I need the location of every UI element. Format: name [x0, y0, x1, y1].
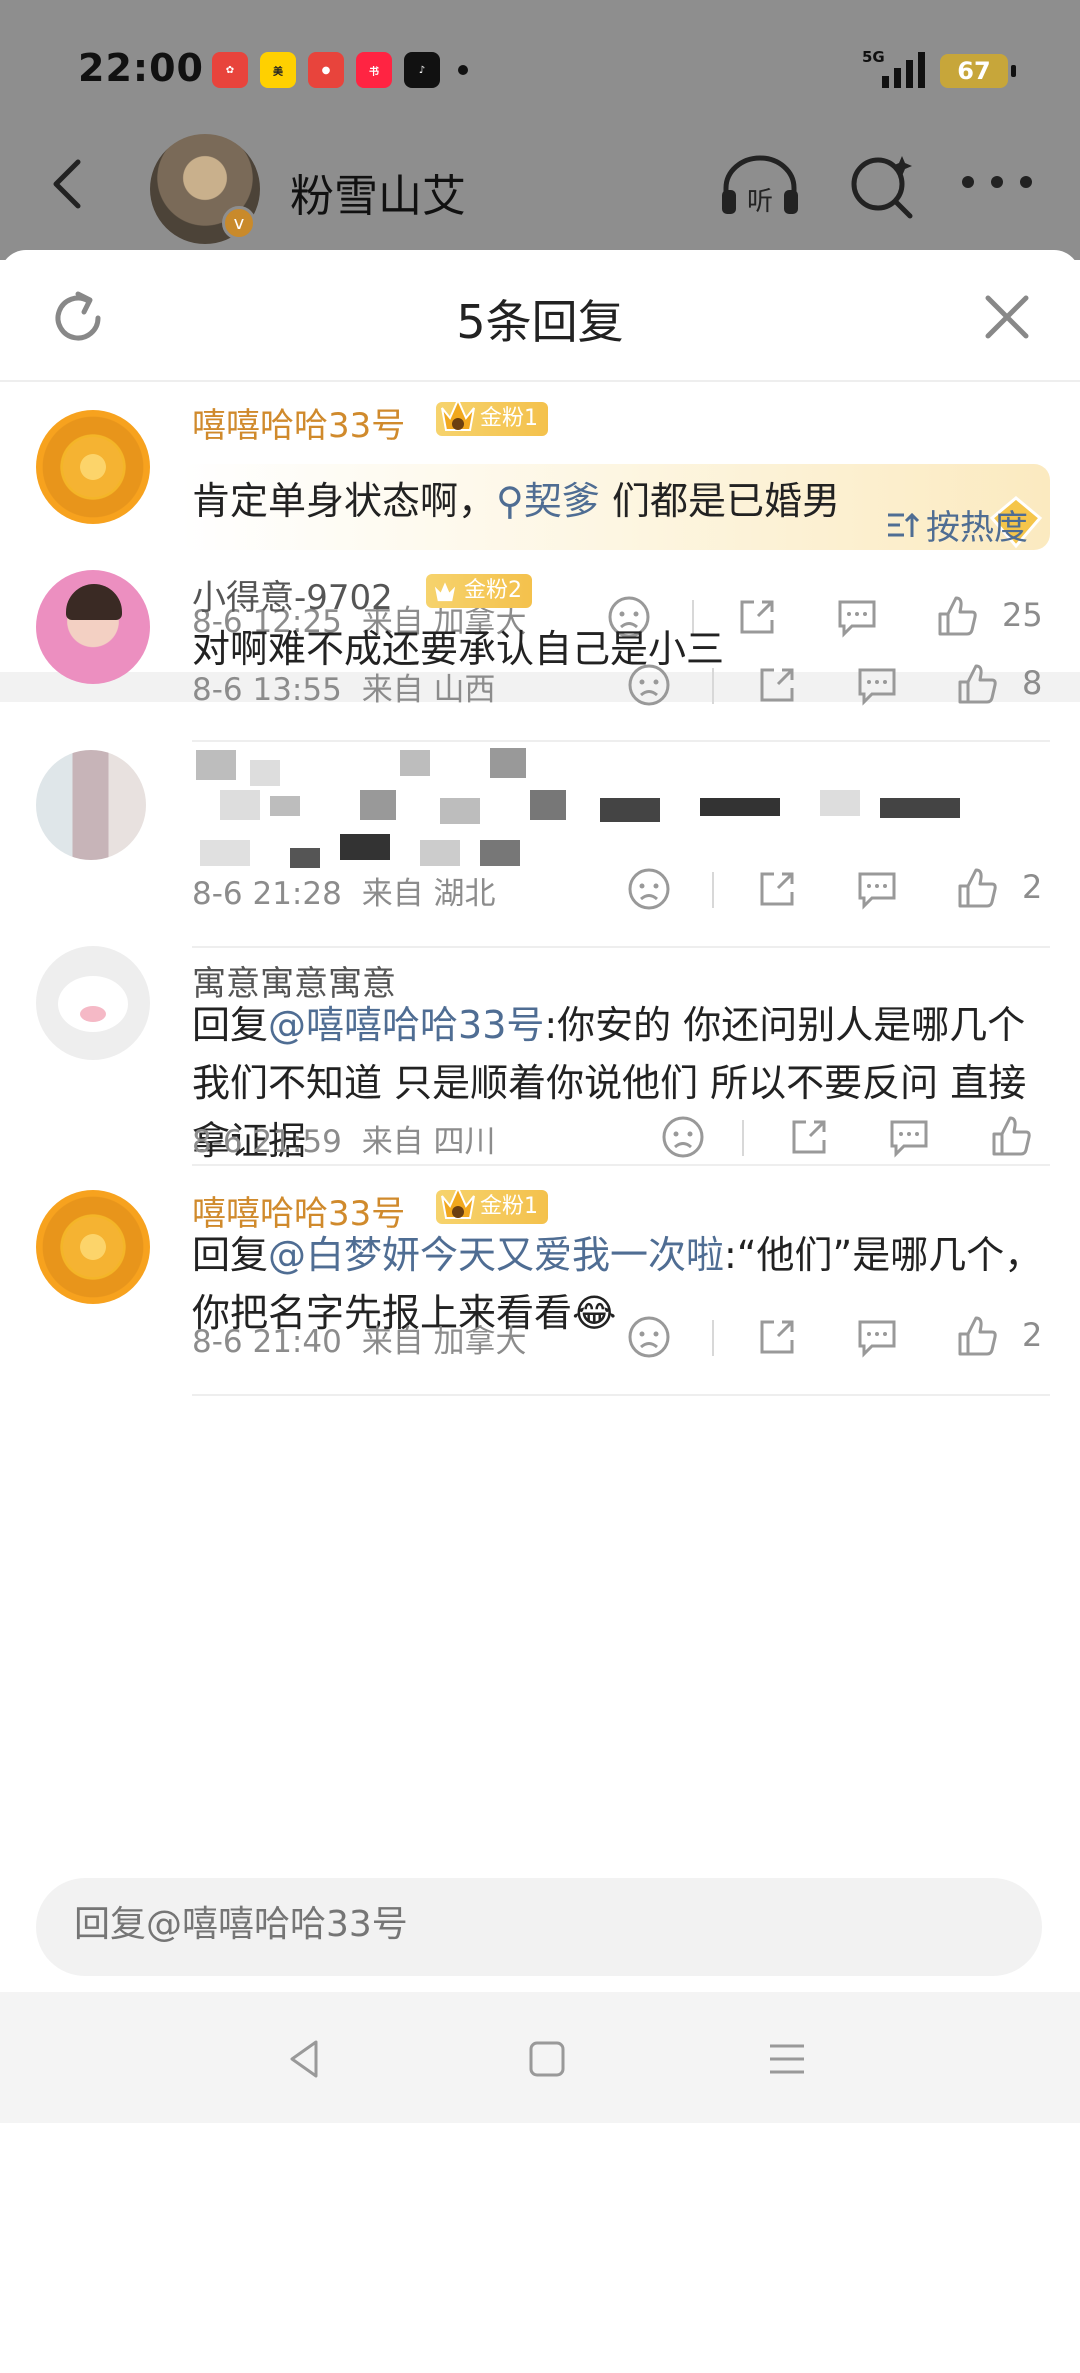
fan-badge-label: 金粉1 [480, 406, 538, 431]
app-icon: ● [308, 52, 344, 88]
comment-location: 来自 湖北 [361, 876, 496, 912]
fan-badge-label: 金粉1 [480, 1194, 538, 1219]
comment-username[interactable]: 小得意-9702 [192, 570, 393, 619]
share-icon[interactable] [754, 1314, 800, 1360]
comment-icon[interactable] [854, 1314, 900, 1360]
comment-username[interactable]: 嘻嘻哈哈33号 [192, 398, 405, 447]
fan-level-badge: 金粉1 [436, 397, 548, 436]
sort-label: 按热度 [926, 508, 1028, 548]
crown-icon [441, 1185, 475, 1219]
signal-icon [882, 48, 925, 88]
comment-icon[interactable] [854, 662, 900, 708]
row-divider [192, 946, 1050, 948]
replies-sheet: 5条回复 嘻嘻哈哈33号 金粉1 肯定单身状态啊，⚲契爹 们都是已婚男 8-6 … [0, 250, 1080, 2373]
like-icon[interactable] [954, 866, 1000, 912]
like-count: 8 [1022, 664, 1043, 702]
svg-text:听: 听 [747, 187, 773, 217]
sheet-title: 5条回复 [456, 295, 624, 349]
comment-time: 8-6 21:40 [192, 1324, 342, 1360]
row-divider [192, 1164, 1050, 1166]
comment-icon[interactable] [854, 866, 900, 912]
action-divider [712, 1320, 714, 1356]
like-icon[interactable] [954, 1314, 1000, 1360]
comment-icon[interactable] [886, 1114, 932, 1160]
avatar[interactable] [36, 570, 150, 684]
avatar[interactable] [36, 946, 150, 1060]
comment-location: 来自 四川 [361, 1124, 496, 1160]
comment-meta: 8-6 13:55 来自 山西 [192, 664, 496, 709]
share-icon[interactable] [754, 866, 800, 912]
mention-link[interactable]: @嘻嘻哈哈33号 [268, 1003, 544, 1047]
more-options-icon[interactable] [962, 176, 1032, 196]
meituan-icon: 美 [260, 52, 296, 88]
status-bar: 22:00 ✿ 美 ● 书 ♪ 5G 67 [0, 0, 1080, 140]
comment-location: 来自 山西 [361, 672, 496, 708]
comment-time: 8-6 21:59 [192, 1124, 342, 1160]
nav-back-icon[interactable] [280, 2034, 330, 2084]
nav-home-icon[interactable] [522, 2034, 572, 2084]
notification-icons: ✿ 美 ● 书 ♪ [212, 52, 468, 88]
dislike-face-icon[interactable] [626, 662, 672, 708]
comment-meta: 8-6 21:59 来自 四川 [192, 1116, 496, 1161]
comment-meta: 8-6 21:40 来自 加拿大 [192, 1316, 527, 1361]
nav-menu-icon[interactable] [762, 2034, 812, 2084]
comment-location: 来自 加拿大 [361, 1324, 527, 1360]
system-nav-bar [0, 1992, 1080, 2123]
mi-icon: ✿ [212, 52, 248, 88]
reply-prefix: 回复 [192, 1233, 269, 1277]
more-notifications-dot [458, 65, 468, 75]
row-divider [192, 1394, 1050, 1396]
mention-link[interactable]: @白梦妍今天又爱我一次啦 [268, 1233, 724, 1277]
avatar[interactable] [36, 410, 150, 524]
comment-actions: 8 [600, 662, 1050, 710]
comment-actions [600, 1114, 1050, 1162]
like-icon[interactable] [954, 662, 1000, 708]
action-divider [742, 1120, 744, 1156]
fan-level-badge: 金粉2 [426, 574, 532, 608]
topic-link[interactable]: ⚲契爹 [496, 479, 600, 523]
comment-time: 8-6 13:55 [192, 672, 342, 708]
avatar[interactable] [36, 1190, 150, 1304]
reply-prefix: 回复 [192, 1003, 269, 1047]
fan-level-badge: 金粉1 [436, 1185, 548, 1224]
avatar-blurred[interactable] [36, 750, 146, 860]
action-divider [712, 668, 714, 704]
reply-input[interactable] [74, 1904, 974, 1945]
reply-input-bar[interactable] [36, 1878, 1042, 1976]
topic-label: 契爹 [523, 479, 600, 523]
comment-text-part: 们都是已婚男 [611, 479, 840, 523]
fan-badge-label: 金粉2 [464, 578, 522, 603]
close-icon[interactable] [980, 290, 1034, 344]
like-count: 2 [1022, 1316, 1043, 1354]
headphones-listen-icon[interactable]: 听 [718, 148, 802, 220]
row-divider [192, 740, 1050, 742]
share-icon[interactable] [754, 662, 800, 708]
crown-icon [434, 582, 456, 602]
dislike-face-icon[interactable] [626, 866, 672, 912]
comment-actions: 2 [600, 866, 1050, 914]
battery-icon: 67 [940, 54, 1016, 88]
tiktok-icon: ♪ [404, 52, 440, 88]
comment-meta: 8-6 21:28 来自 湖北 [192, 868, 496, 913]
like-icon[interactable] [988, 1114, 1034, 1160]
sort-icon [888, 512, 920, 537]
xiaohongshu-icon: 书 [356, 52, 392, 88]
status-time: 22:00 [78, 46, 204, 90]
sort-toggle[interactable]: 按热度 [884, 500, 1028, 549]
verified-badge-icon: v [222, 206, 256, 240]
action-divider [712, 872, 714, 908]
search-icon[interactable] [846, 150, 918, 222]
sheet-header: 5条回复 [0, 250, 1080, 382]
back-arrow-icon[interactable] [40, 154, 100, 214]
comment-time: 8-6 21:28 [192, 876, 342, 912]
dislike-face-icon[interactable] [626, 1314, 672, 1360]
crown-icon [441, 397, 475, 431]
comment-actions: 2 [600, 1314, 1050, 1362]
top-nav: v 粉雪山艾 听 [0, 130, 1080, 244]
comment-text-part: 肯定单身状态啊， [192, 479, 497, 523]
dislike-face-icon[interactable] [660, 1114, 706, 1160]
like-count: 2 [1022, 868, 1043, 906]
profile-name[interactable]: 粉雪山艾 [290, 160, 466, 224]
share-icon[interactable] [786, 1114, 832, 1160]
